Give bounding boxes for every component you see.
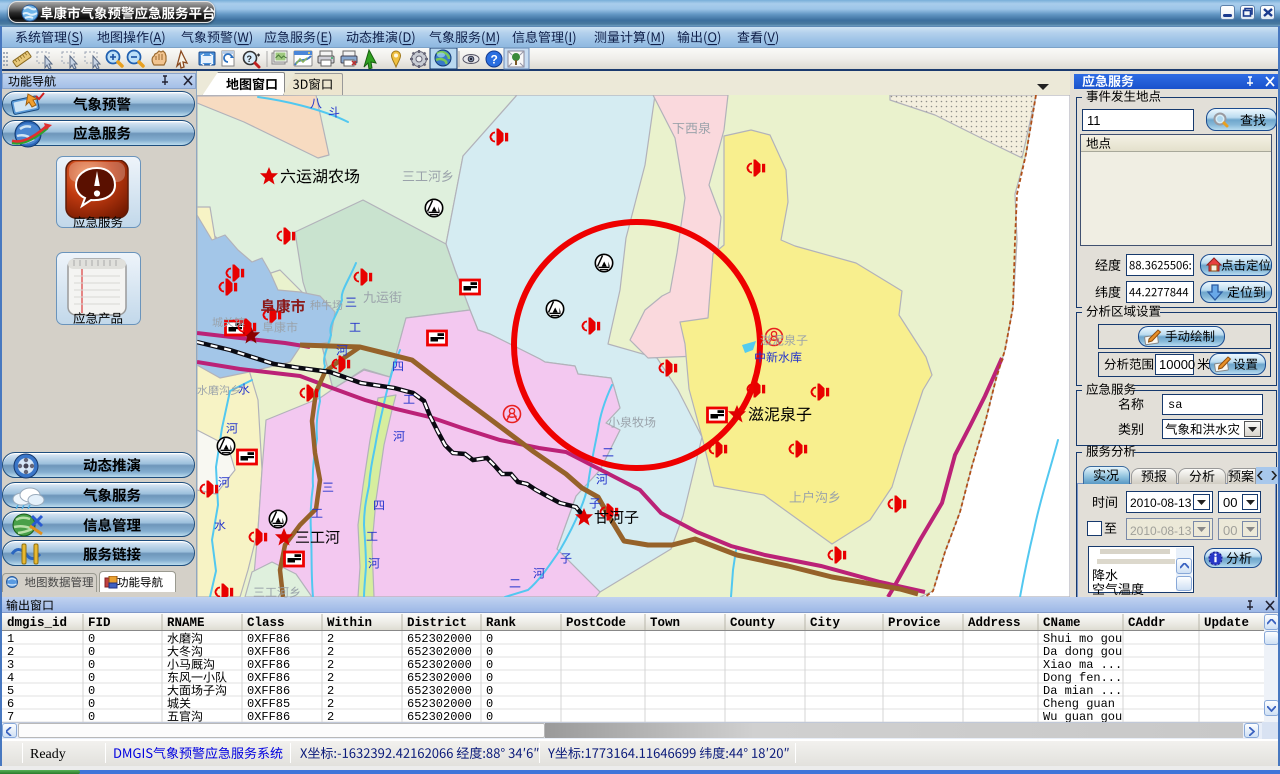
svg-text:?: ? bbox=[491, 53, 498, 67]
svg-text:?: ? bbox=[247, 54, 253, 64]
